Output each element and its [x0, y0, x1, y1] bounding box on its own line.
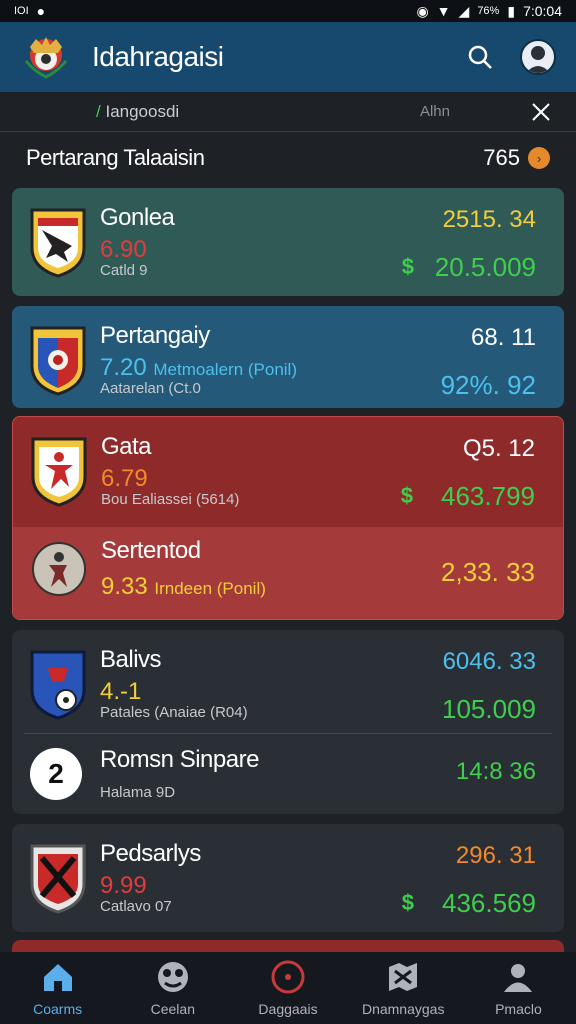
- filter-label[interactable]: Iangoosdi: [105, 102, 179, 121]
- team-name: Sertentod: [101, 537, 201, 564]
- section-title: Pertarang Talaaisin: [26, 145, 205, 170]
- crest-shield-icon: [30, 326, 86, 396]
- wifi-icon: ▼: [436, 3, 451, 19]
- section-count: 765: [483, 145, 520, 170]
- team-rating-note: Metmoalern (Ponil): [153, 360, 297, 379]
- team-rating: 4.-1: [100, 678, 142, 705]
- team-sub: Bou Ealiassei (5614): [101, 491, 240, 508]
- filter-bar: / Iangoosdi Alhn: [0, 92, 576, 132]
- status-bar: IOI ● ◉ ▼ ◢ 76% ▮ 7:0:04: [0, 0, 576, 22]
- team-name: Gonlea: [100, 204, 175, 231]
- team-sub: Halama 9D: [100, 784, 176, 801]
- league-logo-icon[interactable]: [20, 31, 72, 83]
- nav-label: Pmaclo: [495, 1001, 542, 1017]
- team-rating: 9.33: [101, 573, 148, 600]
- crest-eagle-icon: [30, 208, 86, 278]
- nav-item-profile[interactable]: Pmaclo: [461, 952, 576, 1024]
- map-icon: [389, 963, 418, 991]
- filter-all[interactable]: Alhn: [420, 103, 450, 120]
- team-value-2: 463.799: [441, 481, 535, 511]
- team-row[interactable]: Gonlea 6.90 Catld 9 2515. 34 $ 20.5.009: [12, 188, 564, 292]
- battery-percent: 76%: [477, 5, 500, 17]
- alarm-icon: ◉: [416, 2, 429, 19]
- app-title: Idahragaisi: [92, 41, 224, 72]
- nav-item-map[interactable]: Dnamnaygas: [346, 952, 461, 1024]
- team-sub: Catld 9: [100, 262, 148, 279]
- team-sub: Catlavo 07: [100, 898, 172, 915]
- crest-round-icon: [32, 542, 86, 596]
- team-rating: 9.99: [100, 872, 147, 899]
- team-name: Romsn Sinpare: [100, 746, 259, 773]
- section-header: Pertarang Talaaisin 765 ›: [0, 138, 576, 178]
- team-row[interactable]: Gata 6.79 Bou Ealiassei (5614) Q5. 12 $ …: [13, 417, 563, 527]
- team-rating-note: Irndeen (Ponil): [154, 579, 266, 598]
- bottom-nav: Coarms Ceelan Daggaais Dnamnaygas Pmaclo: [0, 952, 576, 1024]
- team-card[interactable]: Pertangaiy 7.20 Metmoalern (Ponil) Aatar…: [12, 306, 564, 408]
- team-value-1: 6046. 33: [442, 648, 536, 675]
- team-card[interactable]: Gonlea 6.90 Catld 9 2515. 34 $ 20.5.009: [12, 188, 564, 296]
- chevron-right-icon[interactable]: ›: [528, 147, 550, 169]
- team-value-2: 20.5.009: [434, 252, 536, 282]
- clock: 7:0:04: [523, 3, 562, 19]
- team-value-1: Q5. 12: [462, 435, 535, 462]
- team-rating: 6.79: [101, 465, 148, 492]
- team-row[interactable]: Pertangaiy 7.20 Metmoalern (Ponil) Aatar…: [12, 306, 564, 410]
- nav-label: Coarms: [33, 1001, 83, 1017]
- circle-icon: ●: [36, 3, 46, 19]
- nav-item-target[interactable]: Daggaais: [230, 952, 345, 1024]
- team-card[interactable]: Balivs 4.-1 Patales (Anaiae (R04) 6046. …: [12, 630, 564, 814]
- team-value-1: 2,33. 33: [441, 557, 535, 587]
- team-card[interactable]: Pedsarlys 9.99 Catlavo 07 296. 31 $ 436.…: [12, 824, 564, 932]
- team-value-2: 105.009: [442, 694, 536, 724]
- team-name: Gata: [101, 433, 152, 460]
- team-rating: 7.20: [100, 354, 147, 381]
- app-bar: Idahragaisi: [0, 22, 576, 92]
- avatar[interactable]: [520, 39, 556, 75]
- nav-label: Dnamnaygas: [361, 1001, 445, 1017]
- rank-badge: 2: [30, 748, 82, 800]
- currency-symbol: $: [401, 254, 414, 279]
- team-row[interactable]: 2 Romsn Sinpare Halama 9D 14:8 36: [12, 734, 564, 814]
- nav-item-home[interactable]: Coarms: [0, 952, 115, 1024]
- team-rating: 6.90: [100, 236, 147, 263]
- team-value-1: 14:8 36: [455, 758, 536, 785]
- team-value-1: 68. 11: [471, 324, 536, 351]
- team-row[interactable]: Pedsarlys 9.99 Catlavo 07 296. 31 $ 436.…: [12, 824, 564, 928]
- currency-symbol: $: [400, 483, 413, 508]
- team-row[interactable]: Balivs 4.-1 Patales (Anaiae (R04) 6046. …: [12, 630, 564, 734]
- team-sub: Patales (Anaiae (R04): [100, 704, 248, 721]
- team-value-1: 2515. 34: [442, 206, 536, 233]
- crest-player-icon: [31, 437, 87, 507]
- avatar-icon: [526, 46, 550, 73]
- battery-icon: ▮: [507, 2, 516, 19]
- team-card[interactable]: Gata 6.79 Bou Ealiassei (5614) Q5. 12 $ …: [12, 416, 564, 620]
- team-value-1: 296. 31: [455, 842, 536, 869]
- target-icon: [271, 960, 305, 994]
- crest-football-icon: [30, 650, 86, 720]
- team-row[interactable]: Sertentod 9.33 Irndeen (Ponil) 2,33. 33: [13, 527, 563, 619]
- home-icon: [43, 964, 72, 991]
- signal-icon: ◢: [458, 2, 470, 19]
- filter-slash: /: [96, 101, 101, 121]
- status-left-icons: IOI: [14, 5, 29, 17]
- team-name: Pedsarlys: [100, 840, 201, 867]
- nav-item-ball[interactable]: Ceelan: [115, 952, 230, 1024]
- profile-icon: [504, 964, 533, 992]
- nav-label: Daggaais: [258, 1001, 318, 1017]
- team-sub: Aatarelan (Ct.0: [100, 380, 201, 397]
- close-icon[interactable]: [530, 101, 552, 123]
- ball-icon: [157, 962, 188, 992]
- currency-symbol: $: [401, 890, 414, 915]
- team-value-2: 436.569: [442, 888, 536, 918]
- search-icon: [468, 45, 492, 69]
- team-name: Balivs: [100, 646, 162, 673]
- crest-x-icon: [30, 844, 86, 914]
- team-name: Pertangaiy: [100, 322, 210, 349]
- nav-label: Ceelan: [150, 1001, 195, 1017]
- team-value-2: 92%. 92: [440, 370, 536, 400]
- search-button[interactable]: [460, 37, 500, 77]
